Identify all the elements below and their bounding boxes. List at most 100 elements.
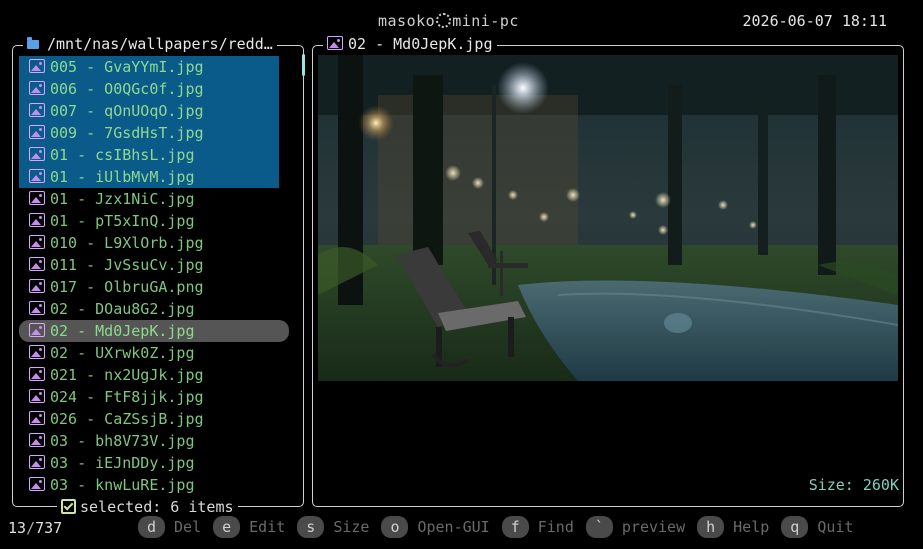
- key-label: Edit: [249, 518, 286, 536]
- park-bench-night-image: [318, 55, 898, 381]
- total-count: 737: [35, 519, 63, 537]
- host-name: mini-pc: [452, 12, 519, 30]
- file-name: 006 - O0QGc0f.jpg: [50, 80, 204, 98]
- file-name: 026 - CaZSsjB.jpg: [50, 410, 204, 428]
- file-row[interactable]: 010 - L9XlOrb.jpg: [19, 232, 289, 254]
- preview-title: 02 - Md0JepK.jpg: [323, 35, 497, 53]
- image-file-icon: [29, 81, 45, 95]
- file-name: 010 - L9XlOrb.jpg: [50, 234, 204, 252]
- file-name: 01 - iUlbMvM.jpg: [50, 168, 195, 186]
- file-list-panel: /mnt/nas/wallpapers/redd… 005 - GvaYYmI.…: [12, 35, 305, 516]
- file-name: 03 - bh8V73V.jpg: [50, 432, 195, 450]
- key-find[interactable]: f: [501, 516, 529, 538]
- file-name: 005 - GvaYYmI.jpg: [50, 58, 204, 76]
- file-row[interactable]: 009 - 7GsdHsT.jpg: [19, 122, 279, 144]
- distro-logo-icon: [436, 13, 452, 28]
- file-row[interactable]: 01 - pT5xInQ.jpg: [19, 210, 289, 232]
- image-file-icon: [29, 455, 45, 469]
- file-size: Size: 260K: [808, 476, 899, 494]
- key-label: preview: [621, 518, 686, 536]
- key-label: Size: [333, 518, 370, 536]
- file-row[interactable]: 03 - bh8V73V.jpg: [19, 430, 289, 452]
- keybinding-hints: d Del e Edit s Size o Open-GUI f Find ` preview h Hel…: [138, 516, 865, 538]
- file-name: 03 - knwLuRE.jpg: [50, 476, 195, 494]
- file-row[interactable]: 03 - iEJnDDy.jpg: [19, 452, 289, 474]
- folder-icon: [27, 37, 39, 49]
- image-file-icon: [29, 213, 45, 227]
- image-file-icon: [29, 125, 45, 139]
- image-file-icon: [29, 235, 45, 249]
- file-name: 02 - UXrwk0Z.jpg: [50, 344, 195, 362]
- position-counter: 13/737: [8, 519, 62, 537]
- image-file-icon: [29, 323, 45, 337]
- image-file-icon: [29, 103, 45, 117]
- directory-path-text: /mnt/nas/wallpapers/redd…: [47, 35, 273, 53]
- image-file-icon: [29, 411, 45, 425]
- file-name: 017 - OlbruGA.png: [50, 278, 204, 296]
- file-row[interactable]: 01 - iUlbMvM.jpg: [19, 166, 279, 188]
- file-row[interactable]: 006 - O0QGc0f.jpg: [19, 78, 279, 100]
- image-file-icon: [29, 59, 45, 73]
- file-row[interactable]: 03 - knwLuRE.jpg: [19, 474, 289, 496]
- preview-panel: 02 - Md0JepK.jpg Size: 260K: [312, 35, 904, 507]
- user-name: masoko: [378, 12, 436, 30]
- image-file-icon: [29, 279, 45, 293]
- file-row[interactable]: 021 - nx2UgJk.jpg: [19, 364, 289, 386]
- key-label: Quit: [817, 518, 854, 536]
- file-name: 02 - Md0JepK.jpg: [50, 322, 195, 340]
- checkbox-icon: [61, 499, 76, 514]
- clock: 2026-06-07 18:11: [742, 12, 888, 30]
- file-name: 03 - iEJnDDy.jpg: [50, 454, 195, 472]
- directory-path: /mnt/nas/wallpapers/redd…: [23, 35, 277, 53]
- image-file-icon: [29, 257, 45, 271]
- file-name: 02 - DOau8G2.jpg: [50, 300, 195, 318]
- file-name: 009 - 7GsdHsT.jpg: [50, 124, 204, 142]
- status-bar: 13/737 d Del e Edit s Size o Open-GUI f Find ` prev…: [0, 514, 923, 544]
- file-name: 01 - pT5xInQ.jpg: [50, 212, 195, 230]
- file-name: 011 - JvSsuCv.jpg: [50, 256, 204, 274]
- key-open-gui[interactable]: o: [381, 516, 409, 538]
- image-file-icon: [29, 345, 45, 359]
- file-name: 01 - Jzx1NiC.jpg: [50, 190, 195, 208]
- image-file-icon: [29, 367, 45, 381]
- file-name: 024 - FtF8jjk.jpg: [50, 388, 204, 406]
- key-del[interactable]: d: [138, 516, 166, 538]
- key-label: Find: [537, 518, 574, 536]
- key-help[interactable]: h: [697, 516, 725, 538]
- image-file-icon: [29, 147, 45, 161]
- image-file-icon: [29, 169, 45, 183]
- file-row[interactable]: 02 - DOau8G2.jpg: [19, 298, 289, 320]
- key-label: Help: [733, 518, 770, 536]
- image-file-icon: [29, 477, 45, 491]
- file-name: 007 - qOnUOqO.jpg: [50, 102, 204, 120]
- counter-separator: /: [26, 519, 36, 537]
- key-label: Open-GUI: [417, 518, 490, 536]
- image-file-icon: [29, 191, 45, 205]
- image-file-icon: [29, 433, 45, 447]
- file-row[interactable]: 011 - JvSsuCv.jpg: [19, 254, 289, 276]
- scrollbar[interactable]: [302, 54, 305, 76]
- key-edit[interactable]: e: [213, 516, 241, 538]
- image-file-icon: [29, 301, 45, 315]
- image-file-icon: [29, 389, 45, 403]
- file-row[interactable]: 01 - Jzx1NiC.jpg: [19, 188, 289, 210]
- file-list[interactable]: 005 - GvaYYmI.jpg 006 - O0QGc0f.jpg 007 - …: [19, 56, 289, 496]
- file-name: 021 - nx2UgJk.jpg: [50, 366, 204, 384]
- image-file-icon: [327, 36, 343, 50]
- key-label: Del: [174, 518, 202, 536]
- file-row[interactable]: 024 - FtF8jjk.jpg: [19, 386, 289, 408]
- key-quit[interactable]: q: [781, 516, 809, 538]
- file-row[interactable]: 005 - GvaYYmI.jpg: [19, 56, 279, 78]
- image-preview: [318, 55, 898, 381]
- file-row[interactable]: 01 - csIBhsL.jpg: [19, 144, 279, 166]
- file-row[interactable]: 02 - UXrwk0Z.jpg: [19, 342, 289, 364]
- file-row-current[interactable]: 02 - Md0JepK.jpg: [19, 320, 289, 342]
- current-position: 13: [8, 519, 27, 537]
- user-host: masoko mini-pc: [378, 12, 519, 30]
- key-preview[interactable]: `: [585, 516, 613, 538]
- preview-filename: 02 - Md0JepK.jpg: [348, 35, 493, 53]
- file-row[interactable]: 017 - OlbruGA.png: [19, 276, 289, 298]
- file-row[interactable]: 026 - CaZSsjB.jpg: [19, 408, 289, 430]
- file-row[interactable]: 007 - qOnUOqO.jpg: [19, 100, 279, 122]
- key-size[interactable]: s: [297, 516, 325, 538]
